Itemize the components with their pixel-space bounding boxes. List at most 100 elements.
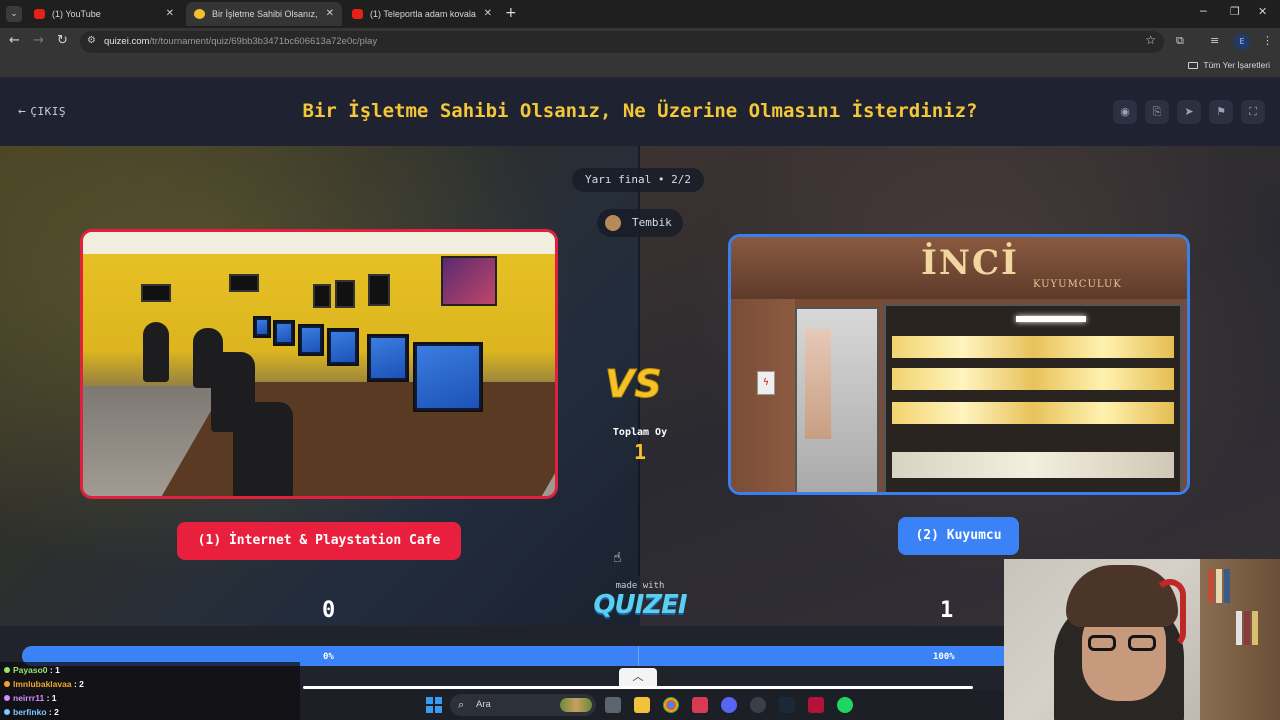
wall-poster xyxy=(441,256,497,306)
minimize-icon[interactable]: ─ xyxy=(1200,5,1207,18)
eye-icon[interactable]: ◉ xyxy=(1113,100,1137,124)
chat-user: berfinko xyxy=(13,707,47,717)
choice-button-right[interactable]: (2) Kuyumcu xyxy=(898,517,1019,555)
discord-icon[interactable] xyxy=(721,697,737,713)
store-wall xyxy=(731,299,795,492)
menu-icon[interactable]: ⋮ xyxy=(1262,34,1273,47)
badge-icon xyxy=(4,681,10,687)
badge-icon xyxy=(4,667,10,673)
stream-chat-overlay: Payaso0 : 1 lmnlubaklavaa : 2 neirrr11 :… xyxy=(0,662,300,720)
headset xyxy=(1154,579,1186,649)
choice-button-left[interactable]: (1) İnternet & Playstation Cafe xyxy=(177,522,461,560)
progress-center-mark xyxy=(638,646,639,666)
wall-screen xyxy=(229,274,259,292)
browser-toolbar: ← → ↻ ⚙ quizei.com/tr/tournament/quiz/69… xyxy=(0,28,1280,56)
quizei-icon xyxy=(194,9,205,19)
avatar xyxy=(605,215,621,231)
task-view-icon[interactable] xyxy=(605,697,621,713)
profile-avatar[interactable]: E xyxy=(1234,34,1250,50)
monitor xyxy=(273,320,295,346)
horizontal-scrollbar[interactable] xyxy=(303,686,973,689)
media-control-icon[interactable]: ≡ xyxy=(1210,34,1219,47)
left-percent: 0% xyxy=(323,652,334,662)
all-bookmarks-button[interactable]: Tüm Yer İşaretleri xyxy=(1188,60,1270,70)
chrome-icon[interactable] xyxy=(663,697,679,713)
send-icon[interactable]: ➤ xyxy=(1177,100,1201,124)
monitor xyxy=(327,328,359,366)
start-icon[interactable] xyxy=(426,697,442,713)
obs-icon[interactable] xyxy=(750,697,766,713)
search-icon: ⌕ xyxy=(458,699,465,711)
gold-shelf xyxy=(892,368,1174,390)
browser-tab-bar: ⌄ (1) YouTube ✕ Bir İşletme Sahibi Olsan… xyxy=(0,0,1280,28)
store-door xyxy=(795,307,879,492)
forward-icon[interactable]: → xyxy=(33,33,44,48)
author-name: Tembik xyxy=(632,216,672,229)
ceiling xyxy=(83,232,555,254)
reload-icon[interactable]: ↻ xyxy=(57,33,68,48)
url-text: quizei.com/tr/tournament/quiz/69bb3b3471… xyxy=(104,31,377,53)
gaming-chair xyxy=(143,322,169,382)
window-close-icon[interactable]: ✕ xyxy=(1258,5,1267,18)
tab-youtube[interactable]: (1) YouTube ✕ xyxy=(26,2,182,26)
display-window xyxy=(883,303,1183,492)
glasses xyxy=(1088,635,1164,651)
tab-title: (1) Teleportla adam kovalamak xyxy=(370,9,476,19)
back-icon[interactable]: ← xyxy=(9,33,20,48)
youtube-icon xyxy=(34,9,45,19)
fullscreen-icon[interactable]: ⛶ xyxy=(1241,100,1265,124)
chat-line: neirrr11 : 1 xyxy=(4,693,57,703)
wall-screen xyxy=(141,284,171,302)
new-tab-icon[interactable]: + xyxy=(505,5,517,21)
monitor xyxy=(253,316,271,338)
tab-title: (1) YouTube xyxy=(52,9,101,19)
bookmark-star-icon[interactable]: ☆ xyxy=(1145,33,1156,47)
right-percent: 100% xyxy=(933,652,955,662)
total-votes-label: Toplam Oy xyxy=(612,427,668,438)
chat-user: lmnlubaklavaa xyxy=(13,679,72,689)
electric-box-icon: ϟ xyxy=(757,371,775,395)
wall-frame xyxy=(313,284,331,308)
share-icon[interactable]: ⎘ xyxy=(1145,100,1169,124)
extensions-icon[interactable]: ⧉ xyxy=(1176,34,1184,48)
chat-count: 1 xyxy=(51,693,57,703)
site-info-icon[interactable]: ⚙ xyxy=(87,35,96,46)
pocket-icon[interactable] xyxy=(692,697,708,713)
light xyxy=(1016,316,1086,322)
steam-icon[interactable] xyxy=(779,697,795,713)
maximize-icon[interactable]: ❐ xyxy=(1230,5,1240,18)
tab-quiz[interactable]: Bir İşletme Sahibi Olsanız, Ne Ü ✕ xyxy=(186,2,342,26)
chat-count: 2 xyxy=(54,707,59,717)
search-highlight-icon xyxy=(560,698,592,712)
search-placeholder: Ara xyxy=(476,699,491,710)
taskbar-search[interactable]: ⌕ Ara xyxy=(450,694,596,716)
spotify-icon[interactable] xyxy=(837,697,853,713)
chat-user: neirrr11 xyxy=(13,693,45,703)
app-icon[interactable] xyxy=(808,697,824,713)
close-icon[interactable]: ✕ xyxy=(326,2,334,26)
vs-text: VS xyxy=(605,362,663,407)
flag-icon[interactable]: ⚑ xyxy=(1209,100,1233,124)
chevron-up-icon[interactable]: ︿ xyxy=(619,668,657,686)
wall-frame xyxy=(335,280,355,308)
total-votes-value: 1 xyxy=(633,440,647,464)
tab-search-icon[interactable]: ⌄ xyxy=(6,6,22,22)
file-explorer-icon[interactable] xyxy=(634,697,650,713)
close-icon[interactable]: ✕ xyxy=(484,2,492,26)
chat-count: 2 xyxy=(79,679,84,689)
webcam-overlay xyxy=(1004,559,1280,720)
vs-badge: VS xyxy=(603,358,673,414)
close-icon[interactable]: ✕ xyxy=(166,2,174,26)
chat-line: lmnlubaklavaa : 2 xyxy=(4,679,84,689)
wall-frame xyxy=(368,274,390,306)
quiz-title: Bir İşletme Sahibi Olsanız, Ne Üzerine O… xyxy=(302,100,978,122)
monitor xyxy=(413,342,483,412)
bookmarks-bar: Tüm Yer İşaretleri xyxy=(0,56,1280,78)
address-bar[interactable]: ⚙ quizei.com/tr/tournament/quiz/69bb3b34… xyxy=(80,31,1164,53)
badge-icon xyxy=(4,709,10,715)
quiz-header: ← ÇIKIŞ Bir İşletme Sahibi Olsanız, Ne Üz… xyxy=(0,78,1280,146)
author-badge[interactable]: Tembik xyxy=(597,209,683,237)
monitor xyxy=(298,324,324,356)
folder-icon xyxy=(1188,62,1199,69)
tab-teleport[interactable]: (1) Teleportla adam kovalamak ✕ xyxy=(344,2,500,26)
